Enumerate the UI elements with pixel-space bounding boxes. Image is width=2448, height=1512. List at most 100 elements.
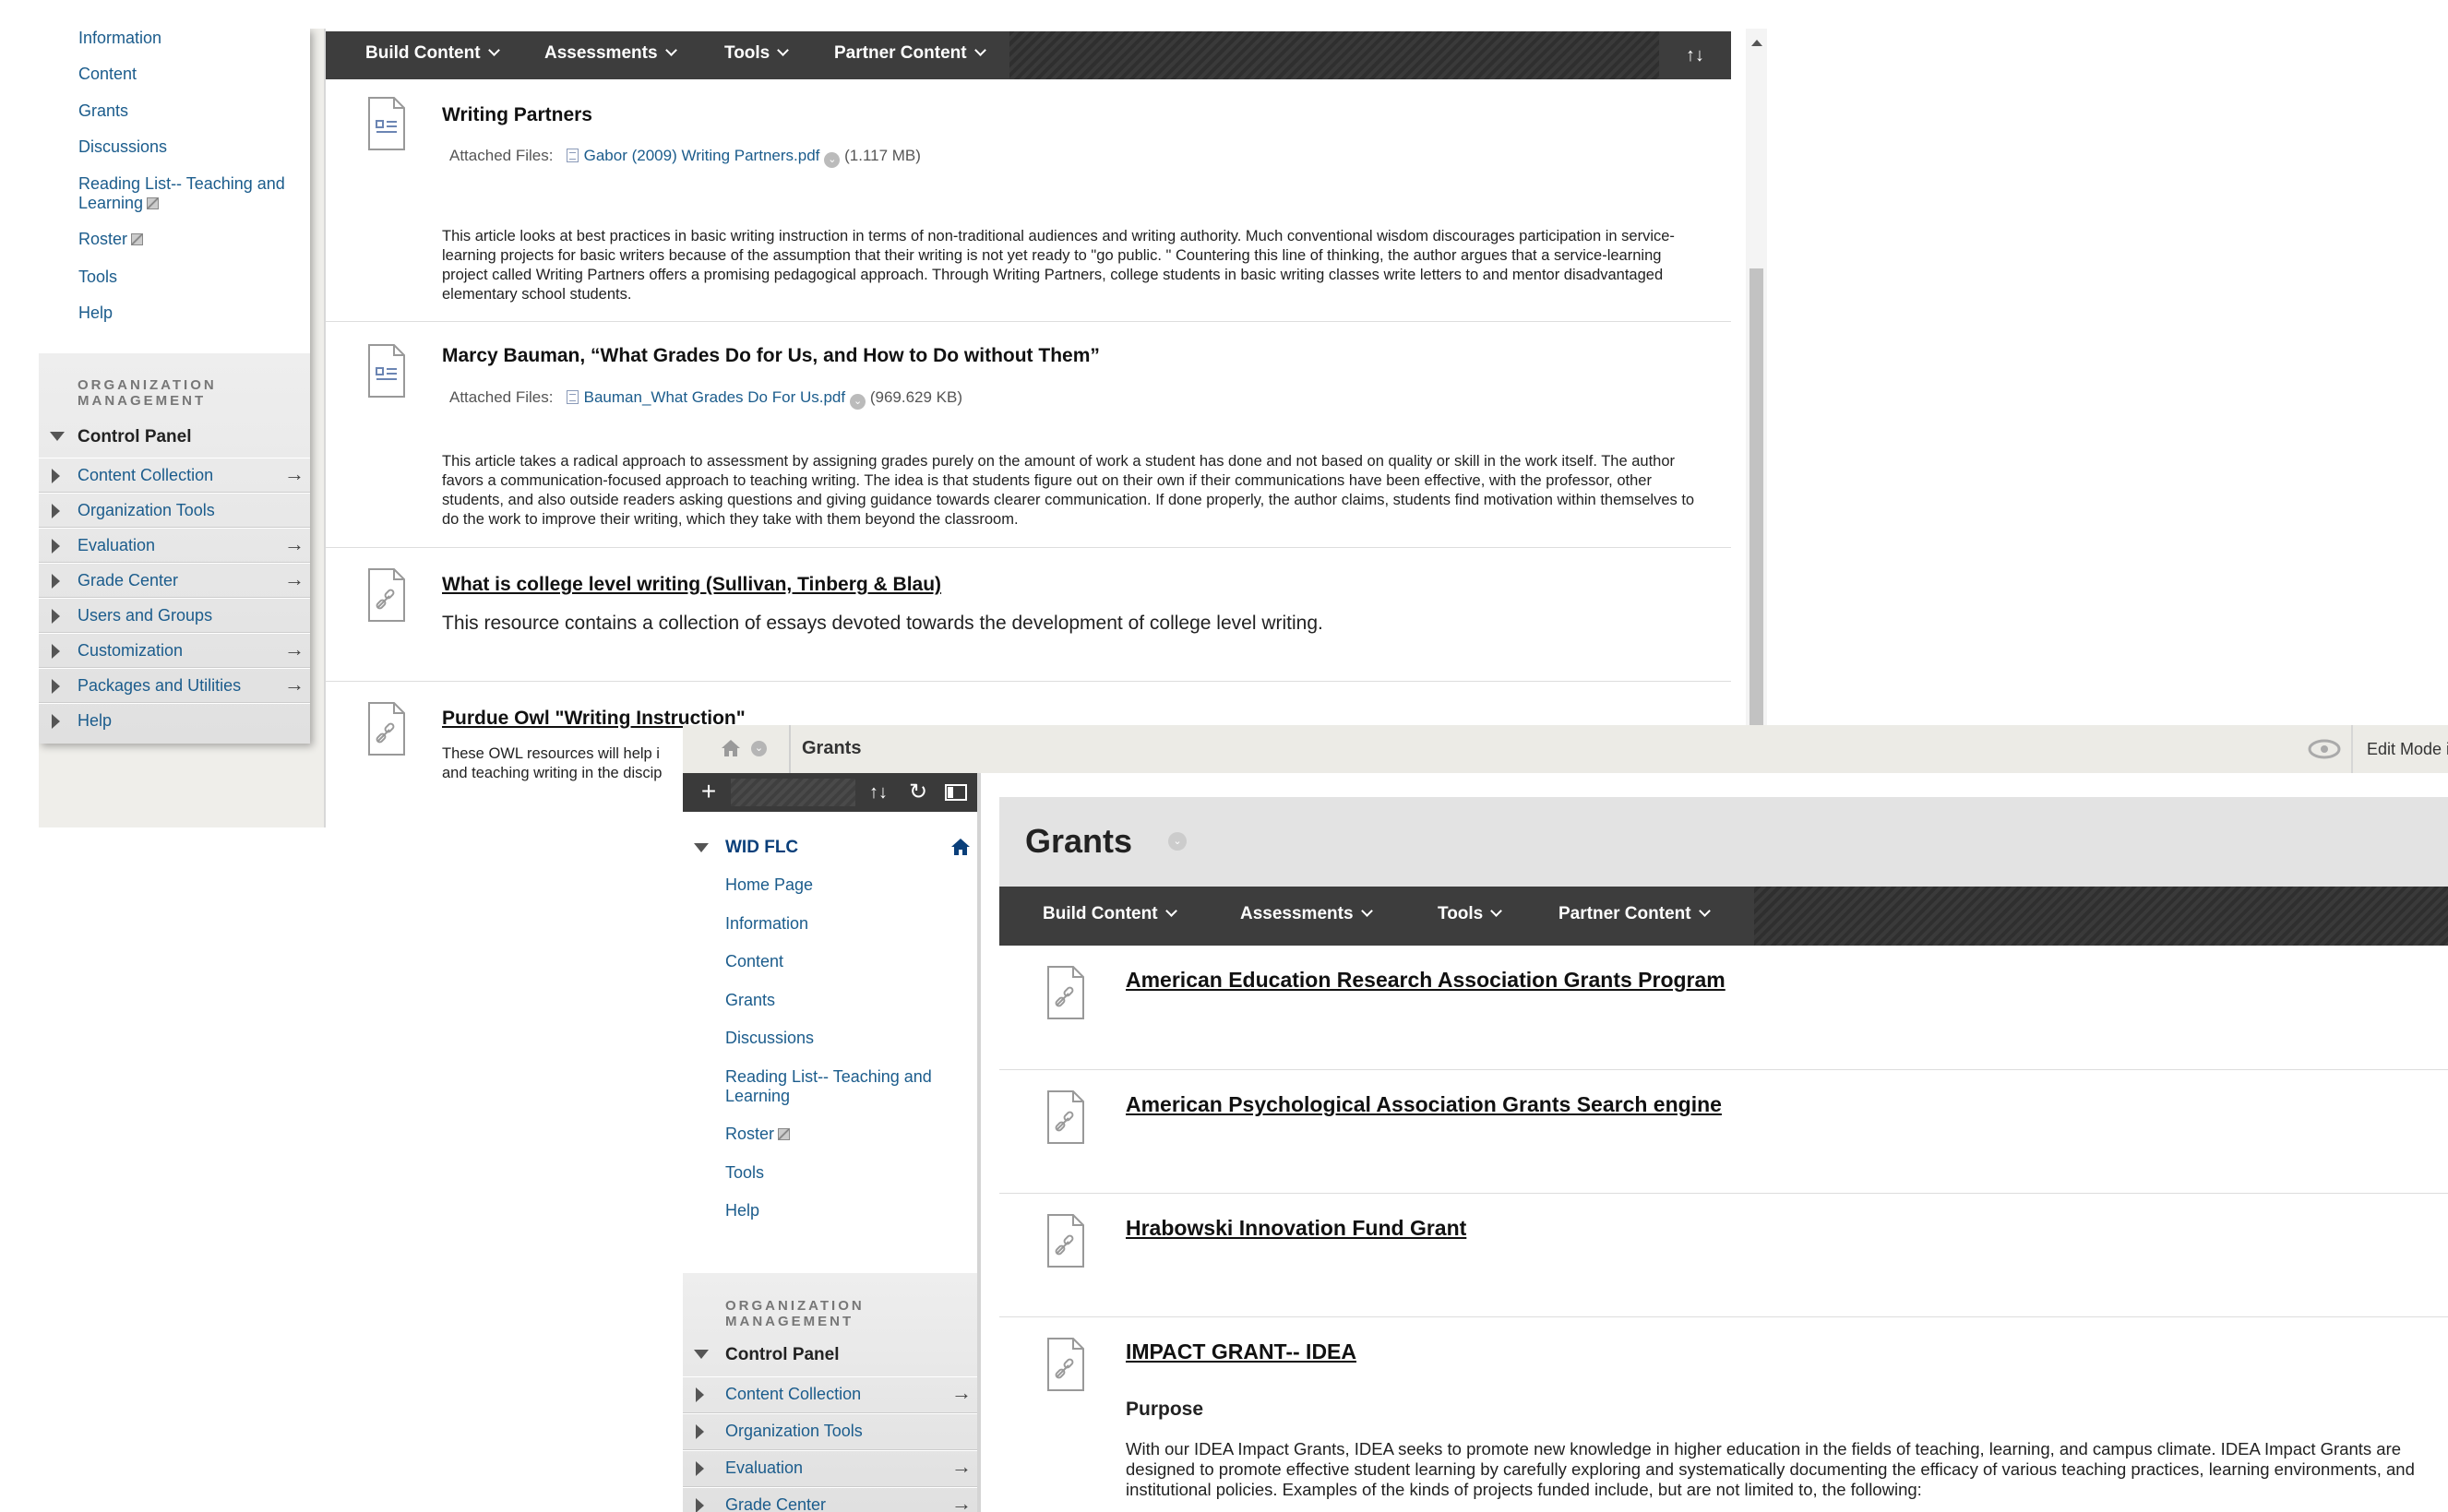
cp-item-label[interactable]: Evaluation — [725, 1458, 803, 1478]
nav-item-information[interactable]: Information — [725, 914, 808, 934]
expand-icon[interactable] — [52, 574, 60, 589]
expand-icon[interactable] — [50, 432, 65, 441]
cp-item-content-collection[interactable]: Content Collection → — [683, 1376, 977, 1413]
arrow-icon[interactable]: → — [284, 673, 305, 696]
tools-button[interactable]: Tools — [1438, 904, 1503, 924]
expand-icon[interactable] — [52, 609, 60, 624]
options-icon[interactable]: ⌄ — [850, 394, 866, 410]
arrow-icon[interactable]: → — [284, 637, 305, 661]
cp-item-grade-center[interactable]: Grade Center → — [39, 563, 310, 598]
nav-item-tools[interactable]: Tools — [78, 268, 117, 287]
collapse-icon[interactable] — [694, 843, 709, 852]
expand-icon[interactable] — [52, 644, 60, 659]
cp-item-help[interactable]: Help — [39, 703, 310, 738]
cp-item-label[interactable]: Grade Center — [725, 1495, 826, 1512]
cp-item-customization[interactable]: Customization → — [39, 633, 310, 668]
arrow-icon[interactable]: → — [284, 532, 305, 556]
cp-item-label[interactable]: Evaluation — [78, 536, 155, 555]
edit-mode-label[interactable]: Edit Mode i — [2367, 740, 2448, 759]
collapse-menu-icon[interactable] — [945, 784, 967, 801]
cp-item-organization-tools[interactable]: Organization Tools — [683, 1413, 977, 1450]
expand-icon[interactable] — [52, 469, 60, 483]
arrow-icon[interactable]: → — [951, 1455, 972, 1479]
cp-item-content-collection[interactable]: Content Collection → — [39, 458, 310, 493]
nav-item-reading-list[interactable]: Reading List-- Teaching and Learning — [78, 174, 285, 213]
scroll-up-icon[interactable] — [1751, 40, 1762, 46]
reorder-icon[interactable]: ↑↓ — [860, 775, 897, 810]
nav-item-help[interactable]: Help — [725, 1201, 759, 1220]
expand-icon[interactable] — [696, 1387, 704, 1402]
expand-icon[interactable] — [696, 1424, 704, 1439]
cp-item-label[interactable]: Organization Tools — [78, 501, 215, 520]
cp-item-users-and-groups[interactable]: Users and Groups — [39, 598, 310, 633]
cp-item-label[interactable]: Content Collection — [725, 1385, 861, 1404]
scrollbar[interactable] — [1746, 29, 1767, 827]
cp-item-label[interactable]: Organization Tools — [725, 1422, 863, 1441]
item-title-link[interactable]: Hrabowski Innovation Fund Grant — [1126, 1216, 1466, 1241]
assessments-button[interactable]: Assessments — [544, 43, 677, 64]
item-title-link[interactable]: American Psychological Association Grant… — [1126, 1092, 1722, 1117]
cp-item-label[interactable]: Customization — [78, 641, 183, 661]
nav-item-home-page[interactable]: Home Page — [725, 875, 813, 895]
nav-item-discussions[interactable]: Discussions — [725, 1029, 814, 1048]
add-menu-item-icon[interactable]: + — [690, 775, 727, 810]
expand-icon[interactable] — [52, 504, 60, 518]
arrow-icon[interactable]: → — [951, 1381, 972, 1405]
arrow-icon[interactable]: → — [284, 567, 305, 591]
expand-icon[interactable] — [694, 1350, 709, 1359]
control-panel-title: Control Panel — [78, 427, 192, 446]
chevron-down-icon[interactable]: ⌄ — [1168, 832, 1187, 851]
cp-item-label[interactable]: Packages and Utilities — [78, 676, 241, 696]
nav-item-grants[interactable]: Grants — [78, 101, 128, 121]
nav-item-content[interactable]: Content — [78, 65, 137, 84]
cp-item-grade-center[interactable]: Grade Center → — [683, 1487, 977, 1512]
assessments-button[interactable]: Assessments — [1240, 904, 1373, 924]
cp-item-label[interactable]: Help — [78, 711, 112, 731]
action-bar: Build Content Assessments Tools Partner … — [999, 887, 2448, 946]
expand-icon[interactable] — [52, 539, 60, 554]
options-icon[interactable]: ⌄ — [824, 152, 841, 168]
build-content-button[interactable]: Build Content — [1043, 904, 1177, 924]
item-title-link[interactable]: What is college level writing (Sullivan,… — [442, 574, 941, 596]
tools-button[interactable]: Tools — [724, 43, 790, 64]
expand-icon[interactable] — [696, 1498, 704, 1512]
item-title-link[interactable]: American Education Research Association … — [1126, 968, 1726, 993]
expand-icon[interactable] — [52, 679, 60, 694]
nav-item-label: Roster — [78, 230, 128, 248]
partner-content-button[interactable]: Partner Content — [834, 43, 986, 64]
nav-item-tools[interactable]: Tools — [725, 1163, 764, 1183]
cp-item-evaluation[interactable]: Evaluation → — [683, 1450, 977, 1487]
cp-item-organization-tools[interactable]: Organization Tools — [39, 493, 310, 528]
item-title-link[interactable]: IMPACT GRANT-- IDEA — [1126, 1339, 1356, 1364]
nav-item-roster[interactable]: Roster — [78, 230, 144, 249]
course-title[interactable]: WID FLC — [725, 838, 798, 858]
build-content-button[interactable]: Build Content — [365, 43, 500, 64]
expand-icon[interactable] — [52, 714, 60, 729]
chevron-down-icon[interactable]: ⌄ — [751, 741, 767, 756]
nav-item-roster[interactable]: Roster — [725, 1125, 791, 1144]
nav-item-grants[interactable]: Grants — [725, 991, 775, 1010]
expand-icon[interactable] — [696, 1461, 704, 1476]
refresh-icon[interactable]: ↻ — [901, 775, 936, 810]
reorder-icon[interactable]: ↑↓ — [1659, 31, 1731, 79]
edit-mode-eye-icon[interactable] — [2307, 738, 2342, 760]
cp-item-label[interactable]: Content Collection — [78, 466, 213, 485]
list-item: Hrabowski Innovation Fund Grant — [999, 1194, 2448, 1317]
nav-item-content[interactable]: Content — [725, 952, 783, 971]
file-link[interactable]: Gabor (2009) Writing Partners.pdf — [584, 147, 820, 164]
nav-item-information[interactable]: Information — [78, 29, 161, 48]
nav-item-reading-list[interactable]: Reading List-- Teaching and Learning — [725, 1067, 932, 1106]
cp-item-label[interactable]: Users and Groups — [78, 606, 212, 625]
nav-item-help[interactable]: Help — [78, 304, 113, 323]
cp-item-evaluation[interactable]: Evaluation → — [39, 528, 310, 563]
arrow-icon[interactable]: → — [951, 1492, 972, 1512]
cp-item-label[interactable]: Grade Center — [78, 571, 178, 590]
file-link[interactable]: Bauman_What Grades Do For Us.pdf — [584, 388, 845, 406]
nav-item-discussions[interactable]: Discussions — [78, 137, 167, 157]
breadcrumb[interactable]: Grants — [802, 738, 861, 759]
attached-files-label: Attached Files: — [449, 147, 554, 164]
home-icon[interactable] — [720, 738, 742, 758]
arrow-icon[interactable]: → — [284, 462, 305, 486]
partner-content-button[interactable]: Partner Content — [1558, 904, 1711, 924]
cp-item-packages[interactable]: Packages and Utilities → — [39, 668, 310, 703]
